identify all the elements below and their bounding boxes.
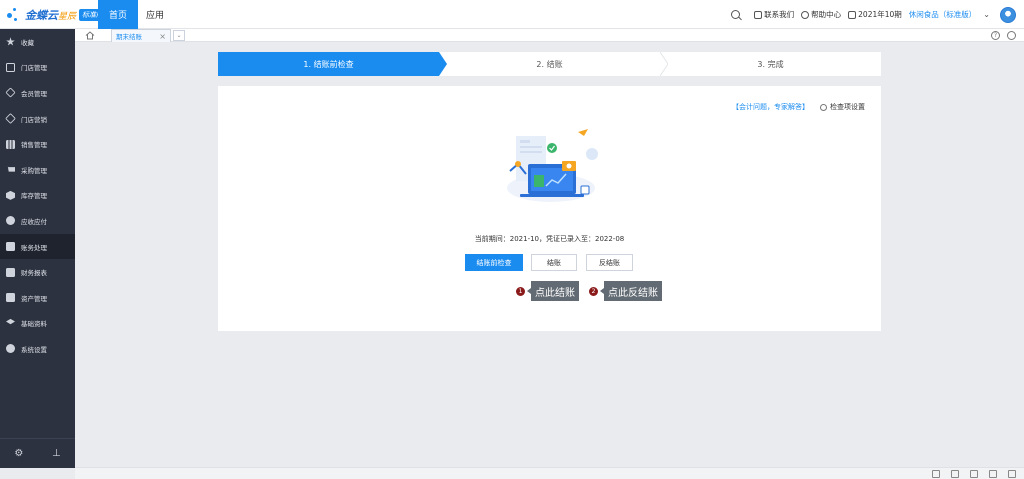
sidebar-footer: ⚙ ⊥ [0,438,75,468]
tag-icon [5,113,16,124]
step-complete: 3. 完成 [757,59,784,69]
expert-help-link[interactable]: 【会计问题，专家解答】 [732,102,809,112]
sidebar: 收藏 门店管理 会员管理 门店营销 销售管理 采购管理 库存管理 应收应付 账务… [0,29,75,468]
sidebar-item-reports[interactable]: 财务报表 [0,259,75,285]
check-settings-link[interactable]: 检查项设置 [820,102,865,112]
annotation-close: 1 点此结账 [516,281,579,301]
help-center-link[interactable]: 帮助中心 [801,9,841,20]
header-actions: 联系我们 帮助中心 2021年10期 休闲食品（标准版） ⌄ [731,0,1024,29]
grid-icon[interactable] [1008,470,1016,478]
gear-icon [6,344,15,354]
app-logo[interactable]: 金蝶云星辰 标准版 [6,6,107,24]
annotation-text: 点此结账 [527,281,579,301]
steps-bar: 1. 结账前检查 2. 结账 3. 完成 [218,52,881,76]
main-panel: 【会计问题，专家解答】 检查项设置 当前期间：2021-10，凭证已录入至：20… [218,86,881,331]
logo-text: 金蝶云星辰 [25,9,77,22]
sidebar-item-inventory[interactable]: 库存管理 [0,183,75,209]
sidebar-item-receivable[interactable]: 应收应付 [0,208,75,234]
contact-icon [754,10,763,19]
tab-period-close[interactable]: 期末结账 × [111,29,171,42]
period-selector[interactable]: 2021年10期 [848,9,902,20]
close-period-button[interactable]: 结账 [531,254,577,271]
tabs-bar: 期末结账 × ⌄ ? [75,29,1024,42]
sidebar-item-settings[interactable]: 系统设置 [0,336,75,362]
cart-icon [6,166,15,172]
sidebar-item-assets[interactable]: 资产管理 [0,285,75,311]
chevron-down-icon[interactable]: ⌄ [983,10,990,19]
search-icon[interactable] [731,10,741,19]
sidebar-item-accounting[interactable]: 账务处理 [0,233,75,260]
nav-home-tab[interactable]: 首页 [98,0,138,29]
window-icon[interactable] [989,470,997,478]
pin-icon[interactable]: ⊥ [52,448,61,459]
footer-icons [921,470,1016,478]
annotation-number: 2 [589,286,598,296]
sidebar-item-member[interactable]: 会员管理 [0,80,75,106]
pre-check-button[interactable]: 结账前检查 [465,254,523,271]
settings-gear-icon[interactable]: ⚙ [14,448,23,459]
sidebar-item-sales[interactable]: 销售管理 [0,131,75,157]
box-icon [6,190,15,200]
tabs-dropdown[interactable]: ⌄ [173,30,185,41]
closing-illustration [507,129,598,202]
sidebar-item-store[interactable]: 门店管理 [0,55,75,81]
member-icon [5,87,16,99]
layers-icon [6,318,15,325]
top-bar: 金蝶云星辰 标准版 首页 应用 联系我们 帮助中心 2021年10期 休闲食品（… [0,0,1024,29]
logo-icon [6,7,22,23]
sidebar-item-purchase[interactable]: 采购管理 [0,157,75,183]
rocket-icon[interactable] [932,470,940,478]
step-chevron-icon [660,52,668,76]
asset-icon [6,293,15,303]
reverse-close-button[interactable]: 反结账 [586,254,633,271]
tab-settings-icon[interactable] [1007,31,1016,40]
step-close: 2. 结账 [536,59,563,69]
bar-chart-icon [6,139,15,149]
help-icon [801,10,810,19]
speaker-icon[interactable] [970,470,978,478]
sidebar-item-favorites[interactable]: 收藏 [0,29,75,55]
home-icon[interactable] [85,31,95,40]
sidebar-item-marketing[interactable]: 门店营销 [0,106,75,132]
nav-apps-tab[interactable]: 应用 [141,0,169,29]
status-footer [75,467,1024,479]
calendar-icon [848,10,857,19]
annotation-text: 点此反结账 [600,281,662,301]
company-selector[interactable]: 休闲食品（标准版） [909,9,977,20]
star-icon [6,37,15,46]
question-icon[interactable]: ? [991,31,1000,40]
store-icon [6,62,15,72]
gear-icon [820,103,827,111]
money-icon [6,216,15,226]
annotation-reverse: 2 点此反结账 [589,281,662,301]
sidebar-item-base-data[interactable]: 基础资料 [0,311,75,337]
avatar[interactable] [1000,6,1016,23]
contact-link[interactable]: 联系我们 [754,9,794,20]
step-pre-check: 1. 结账前检查 [218,52,447,76]
report-icon [6,267,15,277]
period-info: 当前期间：2021-10，凭证已录入至：2022-08 [474,235,625,243]
ledger-icon [6,242,15,252]
trash-icon[interactable] [951,470,959,478]
annotation-number: 1 [516,286,525,296]
close-icon[interactable]: × [159,32,166,41]
